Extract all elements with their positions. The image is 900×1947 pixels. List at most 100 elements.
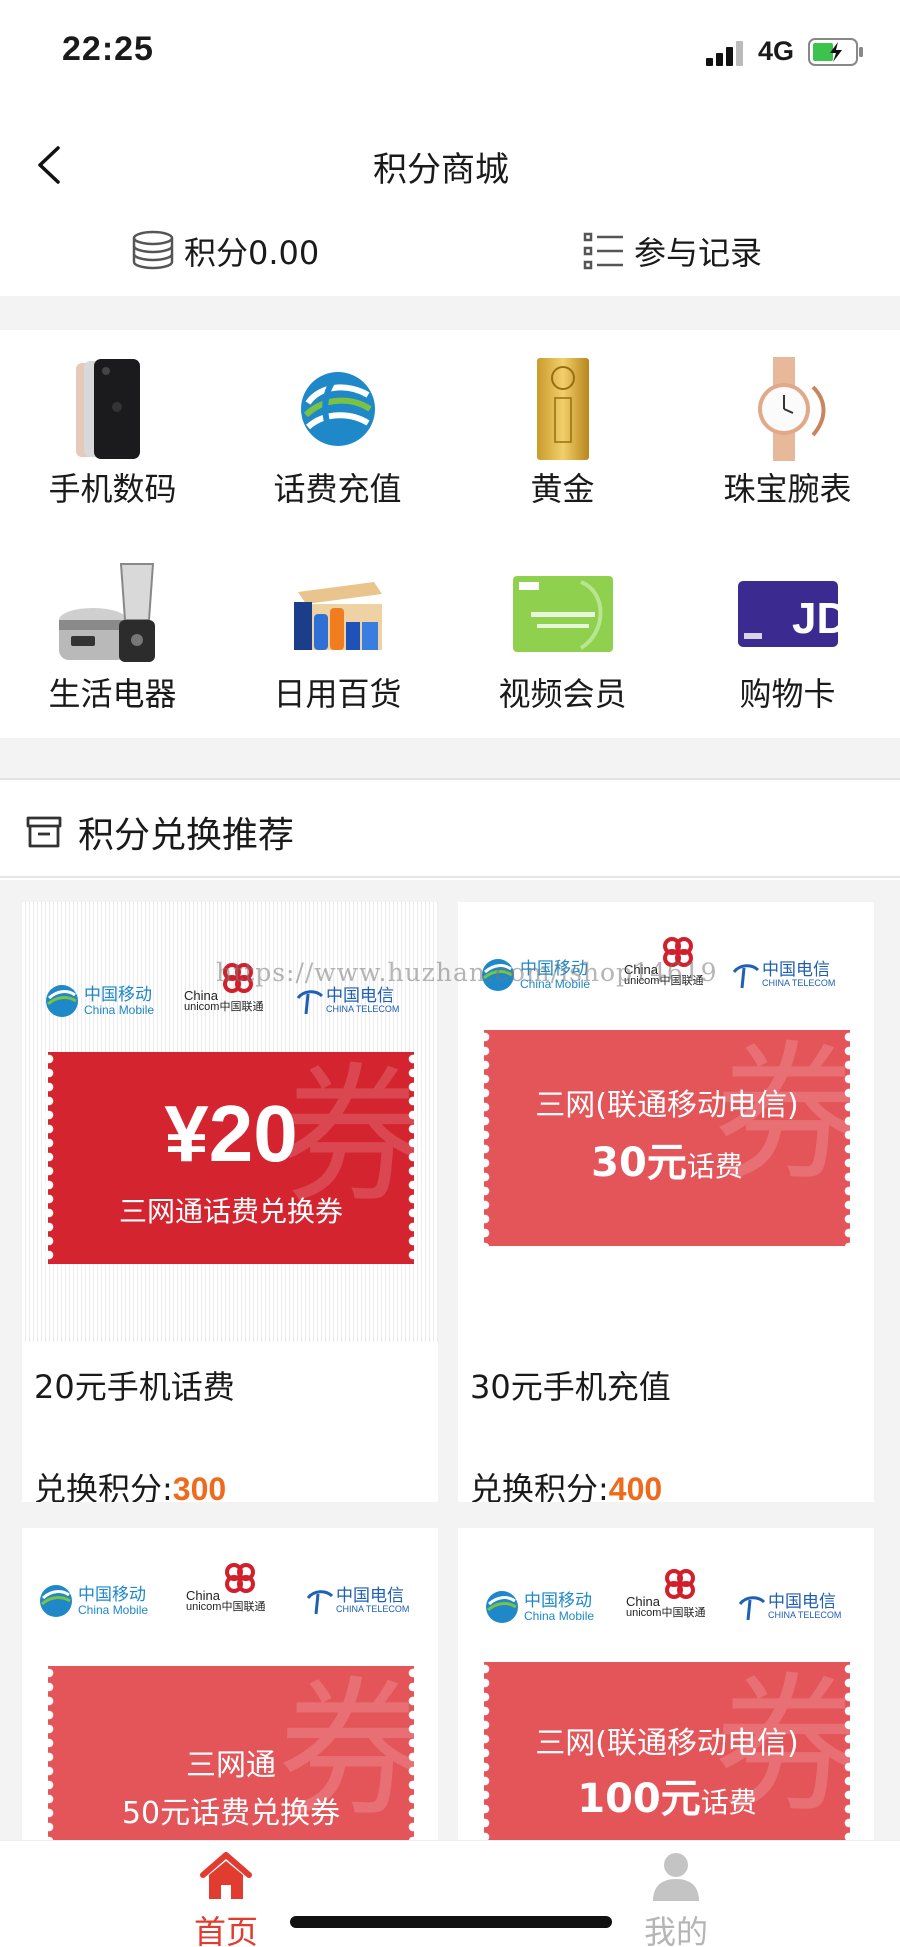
category-label: 生活电器 [48, 675, 177, 713]
coupon-line1: 三网(联通移动电信) [535, 1726, 799, 1761]
divider [0, 738, 900, 780]
category-video[interactable]: 视频会员 [450, 535, 675, 735]
gift-box-icon [26, 816, 62, 848]
coupon-suffix: 话费 [700, 1786, 757, 1819]
carrier-logos: 中国移动 China Mobile China unicom中国联通 中国电信 [458, 1569, 874, 1632]
home-indicator [290, 1916, 612, 1928]
home-icon [200, 1852, 252, 1899]
china-mobile-logo: 中国移动 China Mobile [484, 1582, 594, 1632]
coupon-suffix: 话费 [686, 1150, 743, 1183]
records-link[interactable]: 参与记录 [582, 226, 762, 276]
tab-mine[interactable]: 我的 [596, 1841, 756, 1947]
product-name: 30元手机充值 [470, 1368, 671, 1406]
coupon-line1: 三网通 [186, 1748, 276, 1783]
product-card[interactable]: 中国移动 China Mobile China unicom中国联通 中国电信 [22, 902, 438, 1502]
points-bar: 积分0.00 参与记录 [0, 212, 900, 292]
category-appliances[interactable]: 生活电器 [0, 535, 225, 735]
list-icon [583, 232, 623, 270]
price-label: 兑换积分: [34, 1470, 173, 1502]
unicom-en2-text: unicom中国联通 [184, 1001, 264, 1013]
category-groceries[interactable]: 日用百货 [225, 535, 450, 735]
product-grid: 中国移动 China Mobile China unicom中国联通 中国电信 [0, 880, 900, 1840]
svg-text:JD: JD [792, 594, 840, 643]
price-label: 兑换积分: [470, 1470, 609, 1502]
section-title: 积分兑换推荐 [78, 815, 295, 856]
gold-bar-icon [518, 354, 608, 464]
unicom-en2-text: unicom中国联通 [186, 1601, 266, 1613]
mobile-en-text: China Mobile [84, 1002, 155, 1017]
mobile-cn-text: 中国移动 [524, 1590, 592, 1611]
telecom-cn-text: 中国电信 [768, 1592, 836, 1612]
product-price: 兑换积分:400 [470, 1464, 662, 1502]
category-topup[interactable]: 话费充值 [225, 330, 450, 530]
records-label: 参与记录 [634, 234, 763, 272]
user-icon [653, 1853, 699, 1901]
battery-icon [808, 38, 863, 66]
price-value: 300 [172, 1471, 227, 1502]
network-label: 4G [758, 36, 795, 66]
divider [0, 296, 900, 330]
category-label: 视频会员 [498, 675, 627, 713]
tab-home[interactable]: 首页 [146, 1841, 306, 1947]
product-card[interactable]: 中国移动 China Mobile China unicom中国联通 中国电信 [458, 1528, 874, 1840]
nav-bar: 积分商城 [0, 120, 900, 210]
category-label: 日用百货 [273, 675, 402, 713]
coupon-text: 三网通话费兑换券 [118, 1195, 343, 1228]
telecom-en-text: CHINA TELECOM [768, 1610, 842, 1620]
telecom-en-text: CHINA TELECOM [326, 1004, 400, 1014]
china-mobile-logo: 中国移动 China Mobile [38, 1576, 148, 1626]
coupon-amount: 100元 [577, 1776, 701, 1822]
mobile-cn-text: 中国移动 [84, 984, 152, 1005]
telecom-cn-text: 中国电信 [336, 1586, 404, 1606]
coupon-line2: 50元话费兑换券 [121, 1796, 341, 1831]
page-title: 积分商城 [373, 150, 509, 190]
category-grid: 手机数码 话费充值 黄金 珠宝腕表 生活电器 日用百货 视频会员 JD 购物卡 [0, 330, 900, 738]
signal-icon [706, 38, 746, 66]
coupon-graphic: 券 三网通 50元话费兑换券 [44, 1666, 428, 1840]
carrier-logos: 中国移动 China Mobile China unicom中国联通 中国电信 [22, 1563, 438, 1626]
category-label: 手机数码 [48, 470, 177, 508]
coupon-graphic: 券 ¥20 三网通话费兑换券 [44, 1052, 428, 1264]
product-card[interactable]: 中国移动 China Mobile China unicom中国联通 中国电信 [22, 1528, 438, 1840]
china-unicom-logo: China unicom中国联通 [626, 1569, 706, 1632]
category-jewelry[interactable]: 珠宝腕表 [675, 330, 900, 530]
product-name: 20元手机话费 [34, 1368, 235, 1406]
category-label: 黄金 [530, 470, 595, 508]
price-value: 400 [608, 1471, 663, 1502]
video-card-icon [511, 559, 615, 669]
groceries-icon [288, 559, 388, 669]
status-time: 22:25 [62, 30, 154, 68]
jd-card-icon: JD [736, 559, 840, 669]
coupon-graphic: 券 三网(联通移动电信) 100元话费 [480, 1662, 864, 1840]
telecom-cn-text: 中国电信 [326, 986, 394, 1006]
coupon-line2: 100元话费 [484, 1766, 850, 1824]
category-label: 购物卡 [739, 675, 836, 713]
mobile-en-text: China Mobile [78, 1602, 149, 1617]
coupon-amount: 30元 [591, 1140, 687, 1186]
points-balance[interactable]: 积分0.00 [130, 226, 319, 276]
mobile-cn-text: 中国移动 [78, 1584, 146, 1605]
unicom-en2-text: unicom中国联通 [626, 1607, 706, 1619]
china-telecom-logo: 中国电信 CHINA TELECOM [736, 1582, 841, 1632]
category-giftcard[interactable]: JD 购物卡 [675, 535, 900, 735]
coupon-amount: ¥20 [164, 1089, 298, 1178]
phone-icon [68, 354, 158, 464]
coupon-line1: 三网(联通移动电信) [535, 1088, 799, 1123]
section-header: 积分兑换推荐 [0, 780, 900, 878]
mobile-en-text: China Mobile [524, 1608, 595, 1623]
china-mobile-logo: 中国移动 China Mobile [44, 976, 154, 1026]
product-image: 中国移动 China Mobile China unicom中国联通 中国电信 [22, 1528, 438, 1840]
status-bar: 22:25 4G [0, 0, 900, 100]
product-image: 中国移动 China Mobile China unicom中国联通 中国电信 [458, 1528, 874, 1840]
watermark-text: https://www.huzhan.com/ishop14619 [216, 958, 718, 987]
product-price: 兑换积分:300 [34, 1464, 226, 1502]
category-phones[interactable]: 手机数码 [0, 330, 225, 530]
telecom-en-text: CHINA TELECOM [336, 1604, 410, 1614]
telecom-cn-text: 中国电信 [762, 960, 830, 980]
china-telecom-logo: 中国电信 CHINA TELECOM [730, 950, 835, 1000]
category-label: 珠宝腕表 [723, 470, 852, 508]
category-gold[interactable]: 黄金 [450, 330, 675, 530]
tab-mine-label: 我的 [643, 1913, 708, 1947]
coupon-line2: 30元话费 [484, 1130, 850, 1188]
product-card[interactable]: 中国移动 China Mobile China unicom中国联通 中国电信 [458, 902, 874, 1502]
